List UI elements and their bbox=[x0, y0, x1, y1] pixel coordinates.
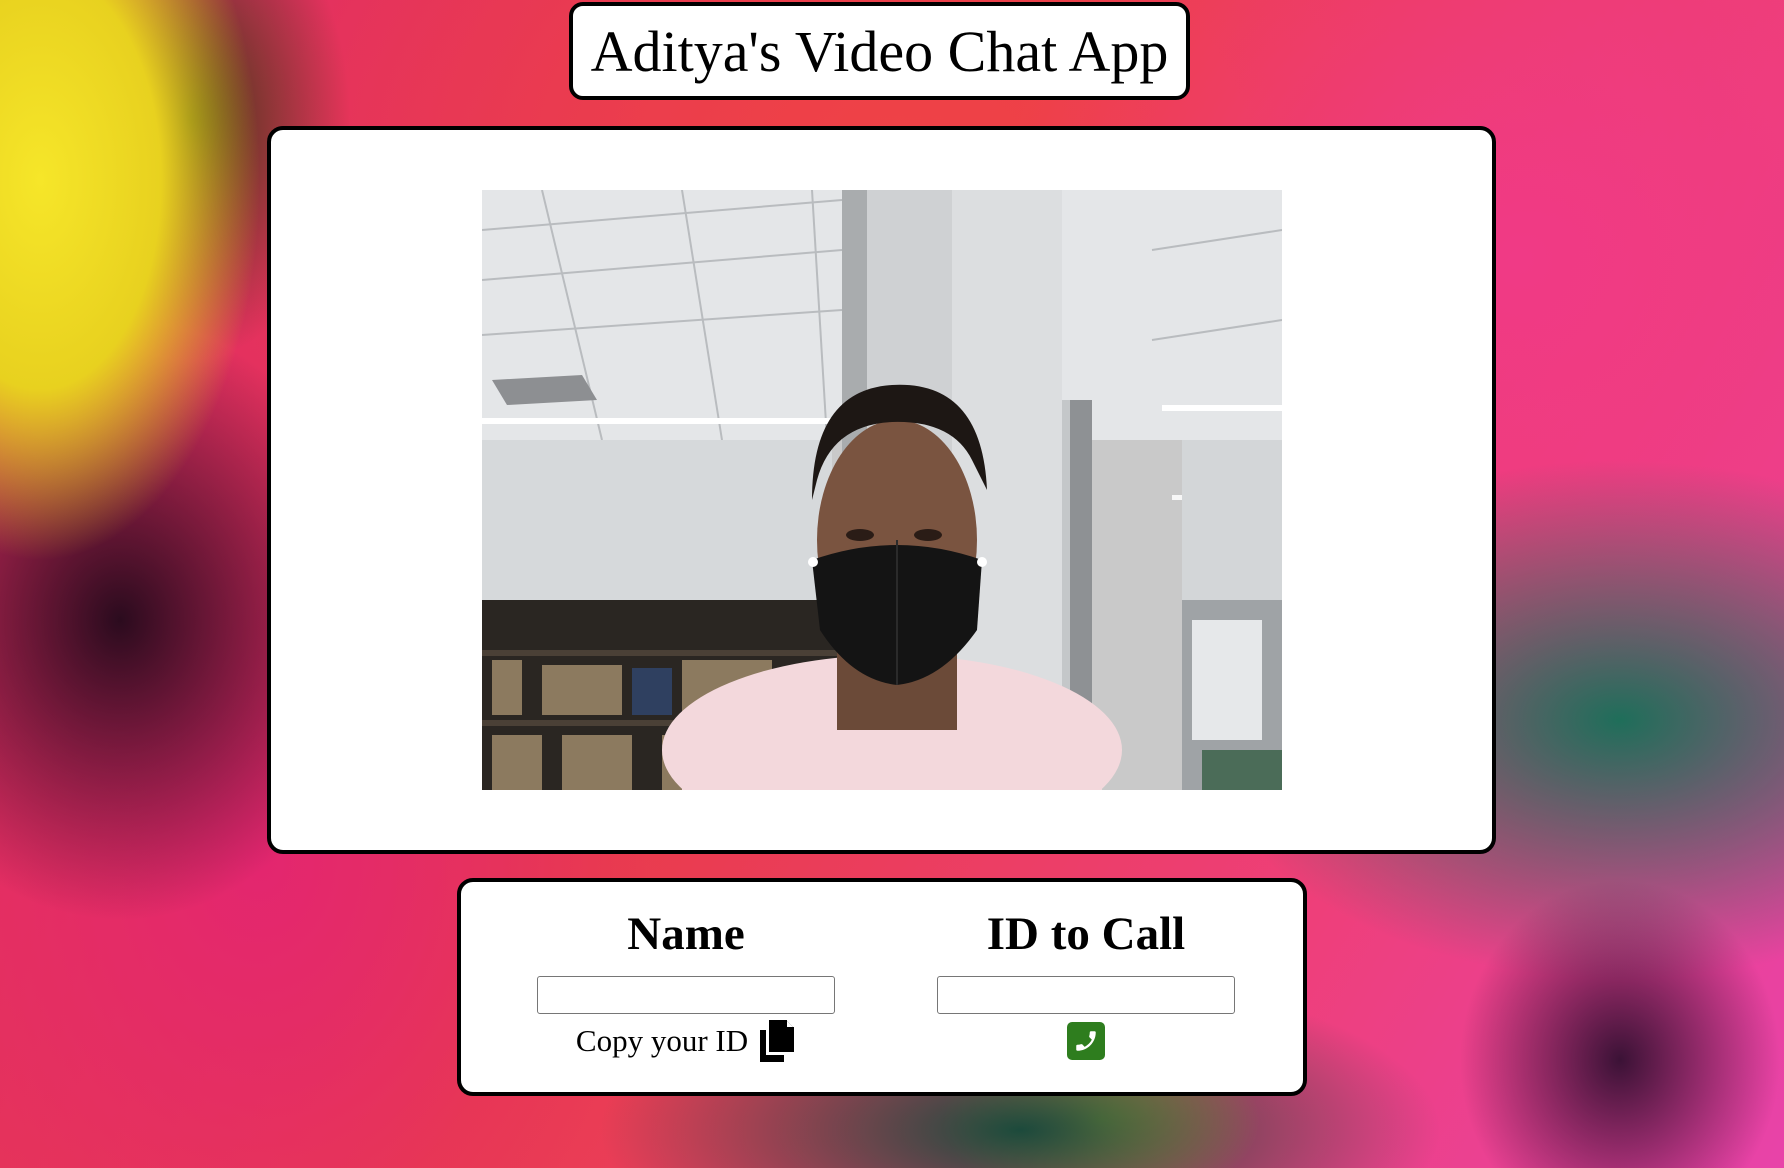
title-box: Aditya's Video Chat App bbox=[569, 2, 1190, 100]
page-title: Aditya's Video Chat App bbox=[590, 18, 1169, 84]
name-column: Name Copy your ID bbox=[536, 906, 836, 1062]
call-button[interactable] bbox=[1067, 1022, 1105, 1060]
name-heading: Name bbox=[627, 908, 745, 960]
copy-id-button[interactable]: Copy your ID bbox=[576, 1020, 796, 1062]
controls-panel: Name Copy your ID ID to Call bbox=[457, 878, 1307, 1096]
name-input[interactable] bbox=[537, 976, 835, 1014]
video-panel bbox=[267, 126, 1496, 854]
copy-icon bbox=[758, 1020, 796, 1062]
local-video-feed bbox=[482, 190, 1282, 790]
copy-id-label: Copy your ID bbox=[575, 1023, 749, 1058]
phone-icon bbox=[1073, 1028, 1099, 1054]
id-to-call-input[interactable] bbox=[937, 976, 1235, 1014]
id-to-call-heading: ID to Call bbox=[986, 908, 1186, 960]
webcam-frame bbox=[482, 190, 1282, 790]
call-column: ID to Call bbox=[936, 906, 1236, 1060]
